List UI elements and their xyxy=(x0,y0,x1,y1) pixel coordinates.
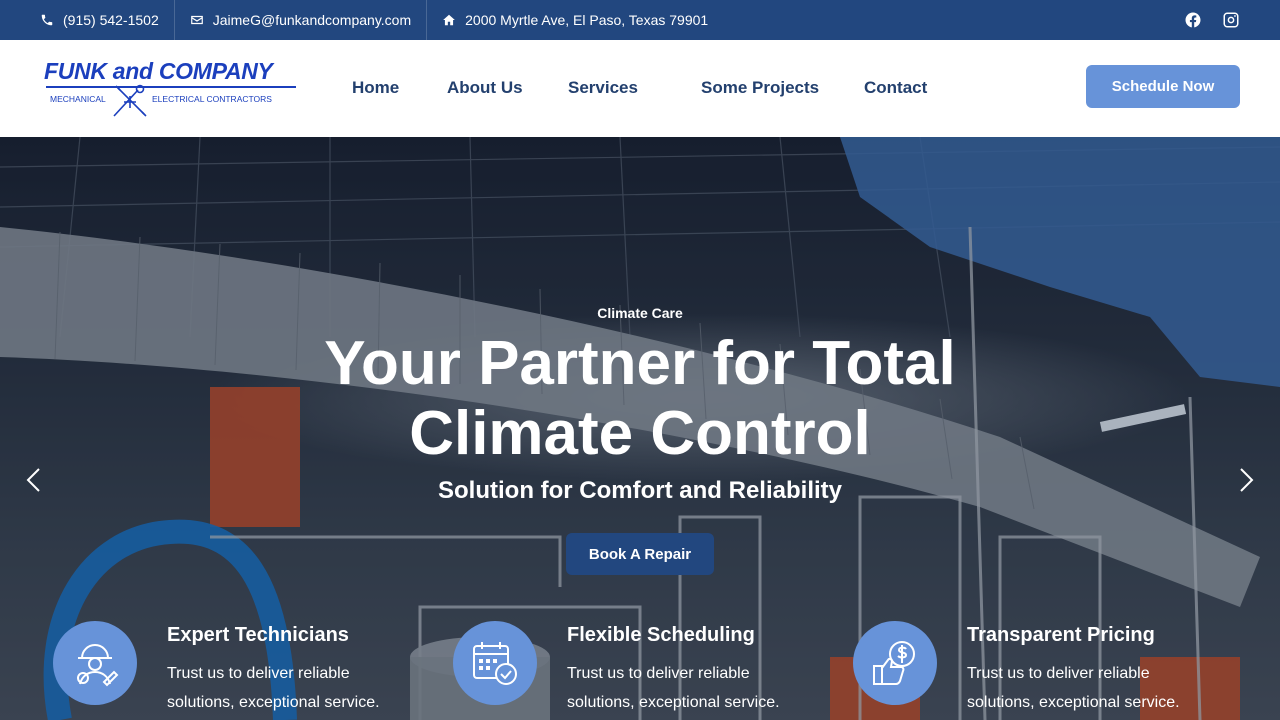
social-links xyxy=(1184,0,1240,40)
hero-headline: Your Partner for Total Climate Control xyxy=(0,329,1280,469)
company-logo[interactable]: FUNK and COMPANY MECHANICAL ELECTRICAL C… xyxy=(44,58,300,122)
logo-subtitle-left: MECHANICAL xyxy=(50,94,106,104)
feature-title: Transparent Pricing xyxy=(967,624,1155,646)
site-header: FUNK and COMPANY MECHANICAL ELECTRICAL C… xyxy=(0,40,1280,137)
topbar-address-text: 2000 Myrtle Ave, El Paso, Texas 79901 xyxy=(465,12,709,28)
facebook-icon[interactable] xyxy=(1184,11,1202,29)
nav-about-us[interactable]: About Us xyxy=(447,78,523,98)
nav-some-projects[interactable]: Some Projects xyxy=(701,78,819,98)
feature-title: Expert Technicians xyxy=(167,624,349,646)
hero-slider: Climate Care Your Partner for Total Clim… xyxy=(0,137,1280,720)
thumbs-up-dollar-icon xyxy=(873,641,915,685)
logo-title: FUNK and COMPANY xyxy=(44,58,273,84)
hero-eyebrow: Climate Care xyxy=(597,305,683,321)
feature-icon-circle xyxy=(853,621,937,705)
technician-icon xyxy=(77,644,119,687)
topbar-phone-text: (915) 542-1502 xyxy=(63,12,159,28)
feature-icon-circle xyxy=(53,621,137,705)
logo-subtitle-right: ELECTRICAL CONTRACTORS xyxy=(152,94,272,104)
feature-icon-circle xyxy=(453,621,537,705)
schedule-now-button[interactable]: Schedule Now xyxy=(1086,65,1240,108)
feature-title: Flexible Scheduling xyxy=(567,624,755,646)
envelope-icon xyxy=(190,15,203,25)
wrench-plug-icon xyxy=(113,84,147,117)
topbar-phone[interactable]: (915) 542-1502 xyxy=(0,0,175,40)
nav-home[interactable]: Home xyxy=(352,78,399,98)
feature-text: Trust us to deliver reliable solutions, … xyxy=(967,665,1180,711)
topbar-email[interactable]: JaimeG@funkandcompany.com xyxy=(175,0,428,40)
topbar-email-text: JaimeG@funkandcompany.com xyxy=(212,12,412,28)
instagram-icon[interactable] xyxy=(1222,11,1240,29)
top-bar: (915) 542-1502 JaimeG@funkandcompany.com… xyxy=(0,0,1280,40)
logo-divider xyxy=(46,86,296,88)
hero-headline-line2: Climate Control xyxy=(409,399,871,468)
nav-services[interactable]: Services xyxy=(568,78,638,98)
hero-headline-line1: Your Partner for Total xyxy=(324,329,956,398)
nav-contact[interactable]: Contact xyxy=(864,78,927,98)
hero-subheading: Solution for Comfort and Reliability xyxy=(438,477,842,504)
feature-text: Trust us to deliver reliable solutions, … xyxy=(167,665,380,711)
phone-icon xyxy=(41,14,53,26)
topbar-address: 2000 Myrtle Ave, El Paso, Texas 79901 xyxy=(427,0,723,40)
calendar-clock-icon xyxy=(473,642,517,685)
home-icon xyxy=(443,14,455,26)
book-a-repair-button[interactable]: Book A Repair xyxy=(566,533,714,575)
feature-text: Trust us to deliver reliable solutions, … xyxy=(567,665,780,711)
